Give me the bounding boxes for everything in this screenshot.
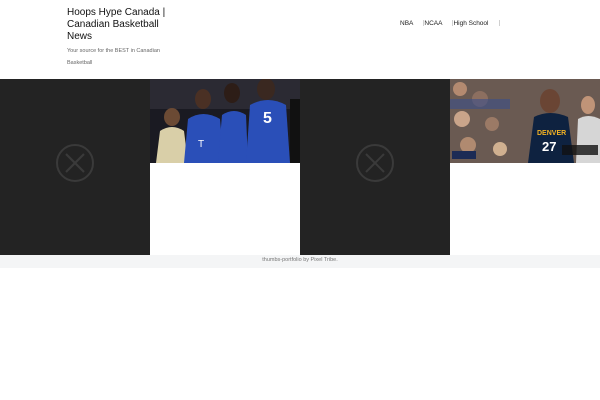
portfolio-item-3[interactable] [300,79,450,255]
nav-item-ncaa[interactable]: NCAA [424,20,442,27]
nav-item-nba[interactable]: NBA [400,20,413,27]
portfolio-thumbnail[interactable]: DENVER 27 [450,79,600,163]
main-nav: NBA NCAA High School [400,18,500,28]
footer-credit[interactable]: thumbs-portfolio by Pixel Tribe. [0,257,600,263]
jersey-number: 27 [542,139,556,154]
nav-item-label[interactable]: NCAA [424,20,442,27]
site-title[interactable]: Hoops Hype Canada | Canadian Basketball … [67,7,177,43]
nav-item-high-school[interactable]: High School [453,20,488,27]
portfolio-item-4[interactable]: DENVER 27 [450,79,600,255]
broken-image-icon [56,144,94,182]
nav-divider [498,20,500,26]
broken-image-icon [356,144,394,182]
nav-item-label[interactable]: NBA [400,20,413,27]
site-header: Hoops Hype Canada | Canadian Basketball … [0,0,600,79]
portfolio-grid: T 5 DENVER 27 [0,79,600,255]
nav-item-label[interactable]: High School [453,20,488,27]
jersey-number: 5 [263,110,272,127]
site-description: Your source for the BEST in Canadian Bas… [67,48,160,66]
site-footer: thumbs-portfolio by Pixel Tribe. [0,255,600,268]
svg-text:T: T [198,139,204,150]
portfolio-thumbnail[interactable]: T 5 [150,79,300,163]
portfolio-item-1[interactable] [0,79,150,255]
portfolio-item-2[interactable]: T 5 [150,79,300,255]
jersey-text: DENVER [537,130,566,137]
